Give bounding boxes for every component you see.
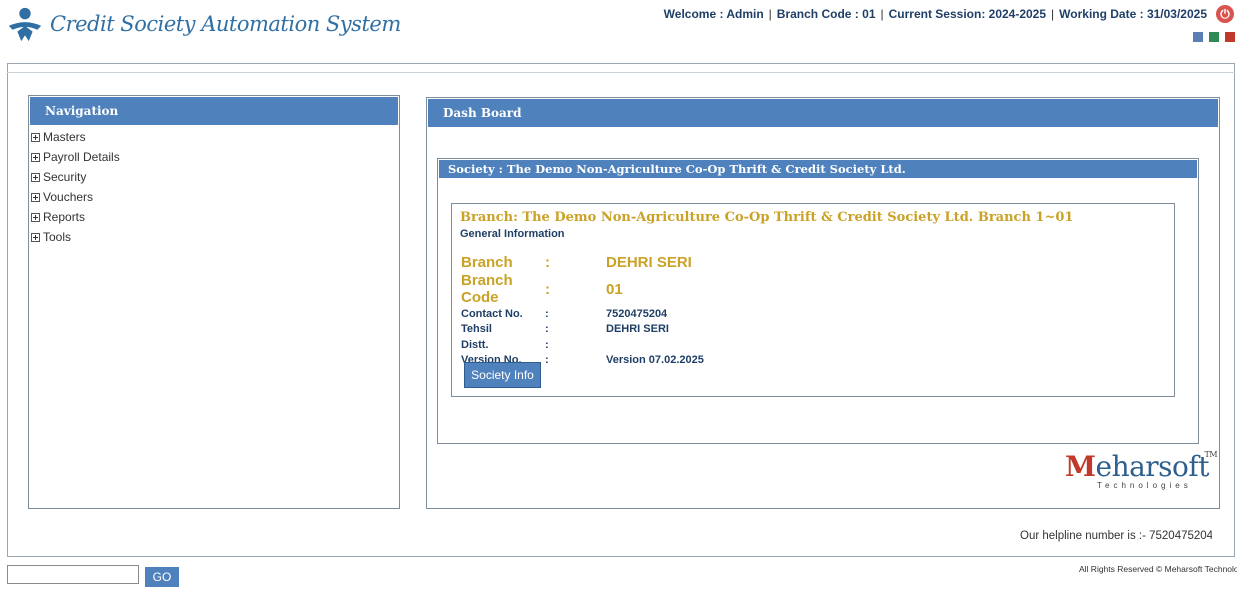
nav-item-masters[interactable]: Masters: [31, 127, 399, 147]
info-colon: :: [545, 280, 550, 298]
branch-info-table: Branch : DEHRI SERI Branch Code : 01 Con…: [461, 252, 704, 368]
info-row-contact: Contact No. : 7520475204: [461, 306, 704, 322]
navigation-tree: Masters Payroll Details Security Voucher…: [29, 127, 399, 247]
app-logo: Credit Society Automation System: [6, 5, 401, 43]
nav-item-tools[interactable]: Tools: [31, 227, 399, 247]
people-logo-icon: [8, 7, 42, 42]
navigation-title: Navigation: [30, 97, 398, 125]
header: Credit Society Automation System Welcome…: [0, 0, 1237, 62]
nav-item-security[interactable]: Security: [31, 167, 399, 187]
expand-plus-icon[interactable]: [31, 172, 40, 182]
helpline-marquee: Our helpline number is :- 7520475204. Yo…: [1020, 530, 1212, 542]
info-value: Version 07.02.2025: [606, 354, 704, 367]
info-value: [606, 337, 704, 353]
nav-item-label[interactable]: Payroll Details: [43, 147, 120, 167]
expand-plus-icon[interactable]: [31, 192, 40, 202]
nav-item-label[interactable]: Tools: [43, 227, 71, 247]
info-colon: :: [545, 323, 549, 336]
nav-item-vouchers[interactable]: Vouchers: [31, 187, 399, 207]
info-row-branch: Branch : DEHRI SERI: [461, 252, 704, 272]
branch-title: Branch: The Demo Non-Agriculture Co-Op T…: [460, 210, 1074, 225]
expand-plus-icon[interactable]: [31, 152, 40, 162]
navigation-panel: Navigation Masters Payroll Details Secur…: [28, 95, 400, 509]
info-value: DEHRI SERI: [606, 253, 692, 271]
nav-item-label[interactable]: Vouchers: [43, 187, 93, 207]
info-colon: :: [545, 338, 549, 351]
frame-divider: [7, 72, 1235, 73]
general-information-heading: General Information: [460, 228, 565, 240]
info-row-tehsil: Tehsil : DEHRI SERI: [461, 322, 704, 338]
info-row-branch-code: Branch Code : 01: [461, 272, 704, 306]
society-box: Society : The Demo Non-Agriculture Co-Op…: [437, 158, 1199, 444]
info-label: Distt.: [461, 338, 489, 351]
theme-green-swatch[interactable]: [1209, 32, 1219, 42]
theme-blue-swatch[interactable]: [1193, 32, 1203, 42]
dashboard-title: Dash Board: [428, 99, 1218, 127]
quick-go-input[interactable]: [7, 565, 139, 584]
nav-item-reports[interactable]: Reports: [31, 207, 399, 227]
expand-plus-icon[interactable]: [31, 232, 40, 242]
info-colon: :: [545, 354, 549, 367]
society-info-button[interactable]: Society Info: [464, 362, 541, 388]
branch-info-box: Branch: The Demo Non-Agriculture Co-Op T…: [451, 203, 1175, 397]
info-colon: :: [545, 253, 550, 271]
branch-code-text: Branch Code : 01: [776, 7, 876, 21]
society-title: Society : The Demo Non-Agriculture Co-Op…: [439, 160, 1197, 178]
theme-red-swatch[interactable]: [1225, 32, 1235, 42]
expand-plus-icon[interactable]: [31, 132, 40, 142]
info-label: Tehsil: [461, 323, 492, 336]
working-date-text: Working Date : 31/03/2025: [1059, 7, 1207, 21]
nav-item-label[interactable]: Reports: [43, 207, 85, 227]
nav-item-label[interactable]: Masters: [43, 127, 86, 147]
info-row-distt: Distt. :: [461, 337, 704, 353]
expand-plus-icon[interactable]: [31, 212, 40, 222]
theme-swatches: [1193, 32, 1235, 42]
info-value: DEHRI SERI: [606, 323, 669, 336]
info-value: 01: [606, 280, 623, 298]
app-title: Credit Society Automation System: [50, 12, 401, 36]
session-text: Current Session: 2024-2025: [888, 7, 1047, 21]
info-colon: :: [545, 307, 549, 320]
info-label: Branch Code: [461, 272, 513, 306]
info-label: Contact No.: [461, 307, 523, 320]
info-value: 7520475204: [606, 307, 668, 320]
logout-power-icon[interactable]: ⏻: [1216, 5, 1234, 23]
meharsoft-logo: Meharsoft TM Technologies: [1065, 450, 1218, 490]
session-info-bar: Welcome : Admin | Branch Code : 01 | Current…: [663, 7, 1207, 21]
dashboard-panel: Dash Board Society : The Demo Non-Agricu…: [426, 97, 1220, 509]
welcome-text: Welcome : Admin: [663, 7, 764, 21]
copyright-text: All Rights Reserved © Meharsoft Technolo…: [1079, 564, 1237, 574]
nav-item-label[interactable]: Security: [43, 167, 86, 187]
go-button[interactable]: GO: [145, 567, 179, 587]
info-label: Branch: [461, 253, 513, 271]
nav-item-payroll-details[interactable]: Payroll Details: [31, 147, 399, 167]
